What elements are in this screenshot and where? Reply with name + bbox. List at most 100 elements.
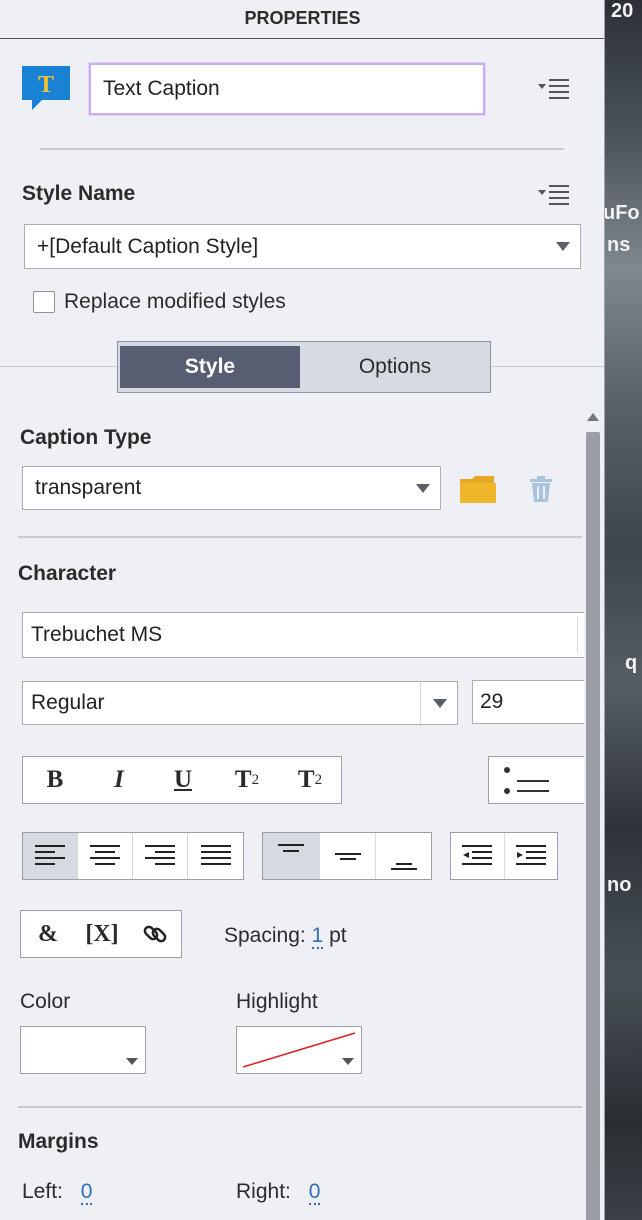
font-family-value: Trebuchet MS [31, 623, 163, 646]
align-justify-icon [200, 845, 231, 865]
vertical-align-group [262, 832, 432, 880]
superscript-button[interactable]: T2 [215, 757, 279, 803]
align-top-button[interactable] [263, 833, 320, 879]
caption-type-dropdown[interactable]: transparent [22, 466, 441, 510]
underline-label: U [173, 766, 193, 793]
underline-button[interactable]: U [151, 757, 215, 803]
spacing-control: Spacing: 1 pt [224, 924, 347, 949]
align-bottom-button[interactable] [376, 833, 431, 879]
align-top-icon [278, 844, 304, 852]
align-center-button[interactable] [78, 833, 133, 879]
align-left-button[interactable] [23, 833, 78, 879]
tab-options-label: Options [358, 355, 432, 378]
outdent-button[interactable] [451, 833, 505, 879]
highlight-swatch[interactable] [236, 1026, 362, 1074]
panel-header: PROPERTIES [0, 0, 604, 39]
replace-styles-checkbox[interactable] [33, 291, 55, 313]
margin-right-label: Right: [236, 1180, 291, 1203]
folder-icon[interactable] [460, 475, 496, 503]
align-middle-button[interactable] [320, 833, 376, 879]
margin-left-control: Left: 0 [22, 1180, 93, 1205]
chevron-down-icon [416, 484, 430, 493]
divider [40, 148, 564, 150]
superscript-label: T [234, 766, 252, 793]
chevron-down-icon [126, 1058, 138, 1065]
chevron-down-icon [433, 699, 447, 708]
margins-label: Margins [18, 1130, 99, 1153]
italic-button[interactable]: I [87, 757, 151, 803]
caption-type-label: Caption Type [20, 426, 152, 449]
subscript-button[interactable]: T2 [279, 757, 341, 803]
character-label: Character [18, 562, 117, 585]
field-divider [577, 617, 578, 653]
indent-button[interactable] [505, 833, 558, 879]
align-left-icon [35, 845, 65, 865]
replace-styles-label: Replace modified styles [64, 290, 286, 313]
color-label: Color [20, 990, 71, 1013]
text-caption-icon: T [22, 66, 70, 112]
font-weight-dropdown[interactable]: Regular [22, 681, 458, 725]
align-justify-button[interactable] [188, 833, 243, 879]
scroll-up-icon[interactable] [587, 413, 599, 421]
panel-title: PROPERTIES [244, 8, 361, 28]
object-name-input[interactable]: Text Caption [89, 63, 485, 115]
spacing-label: Spacing: [224, 924, 306, 947]
icon-letter: T [38, 72, 54, 98]
indent-group [450, 832, 558, 880]
chevron-down-icon [342, 1058, 354, 1065]
scrollbar[interactable] [586, 432, 600, 1220]
no-color-icon [242, 1032, 356, 1068]
field-divider [420, 682, 421, 724]
style-name-value: +[Default Caption Style] [37, 234, 259, 258]
horizontal-align-group [22, 832, 244, 880]
stage-text: no [607, 874, 632, 896]
insert-variable-button[interactable]: [X] [75, 911, 129, 957]
align-right-button[interactable] [133, 833, 188, 879]
spacing-value[interactable]: 1 [311, 924, 324, 949]
insert-group: & [X] [20, 910, 182, 958]
properties-panel: PROPERTIES T Text Caption Style Name +[D… [0, 0, 605, 1220]
trash-icon[interactable] [528, 475, 554, 503]
insert-hyperlink-button[interactable] [129, 911, 181, 957]
tab-style-label: Style [184, 355, 236, 378]
panel-menu-icon[interactable] [536, 76, 572, 102]
align-right-icon [145, 845, 175, 865]
color-swatch[interactable] [20, 1026, 146, 1074]
insert-symbol-button[interactable]: & [21, 911, 75, 957]
align-middle-icon [334, 853, 361, 860]
divider [18, 1106, 582, 1108]
align-bottom-icon [390, 863, 417, 870]
stage-text: 20 [611, 0, 634, 22]
style-menu-icon[interactable] [536, 182, 572, 208]
bold-label: B [46, 766, 64, 793]
spacing-unit: pt [329, 924, 347, 947]
highlight-label: Highlight [236, 990, 318, 1013]
outdent-icon [462, 845, 493, 865]
subscript-mark: 2 [314, 771, 323, 788]
tab-bar: Style Options [117, 341, 491, 393]
bullet-list-icon [504, 767, 549, 794]
link-icon [143, 925, 167, 943]
font-weight-value: Regular [31, 691, 105, 714]
text-format-group: B I U T2 T2 [22, 756, 342, 804]
tab-options[interactable]: Options [302, 346, 488, 388]
margin-left-value[interactable]: 0 [80, 1180, 93, 1205]
object-name-value: Text Caption [103, 77, 220, 100]
font-family-input[interactable]: Trebuchet MS [22, 612, 584, 658]
style-name-dropdown[interactable]: +[Default Caption Style] [24, 224, 581, 269]
font-size-input[interactable]: 29 [472, 680, 584, 724]
margin-right-value[interactable]: 0 [308, 1180, 321, 1205]
bold-button[interactable]: B [23, 757, 87, 803]
stage-background: 20 uFo ns q no [605, 0, 642, 1220]
subscript-label: T [297, 766, 315, 793]
caption-type-value: transparent [35, 476, 142, 499]
bullets-button[interactable] [488, 756, 584, 804]
variable-icon: [X] [85, 920, 119, 947]
ampersand-icon: & [38, 920, 58, 947]
stage-text: ns [607, 234, 631, 256]
stage-text: uFo [605, 202, 640, 224]
chevron-down-icon [556, 242, 570, 251]
tab-style[interactable]: Style [120, 346, 300, 388]
indent-icon [515, 845, 546, 865]
margin-left-label: Left: [22, 1180, 63, 1203]
